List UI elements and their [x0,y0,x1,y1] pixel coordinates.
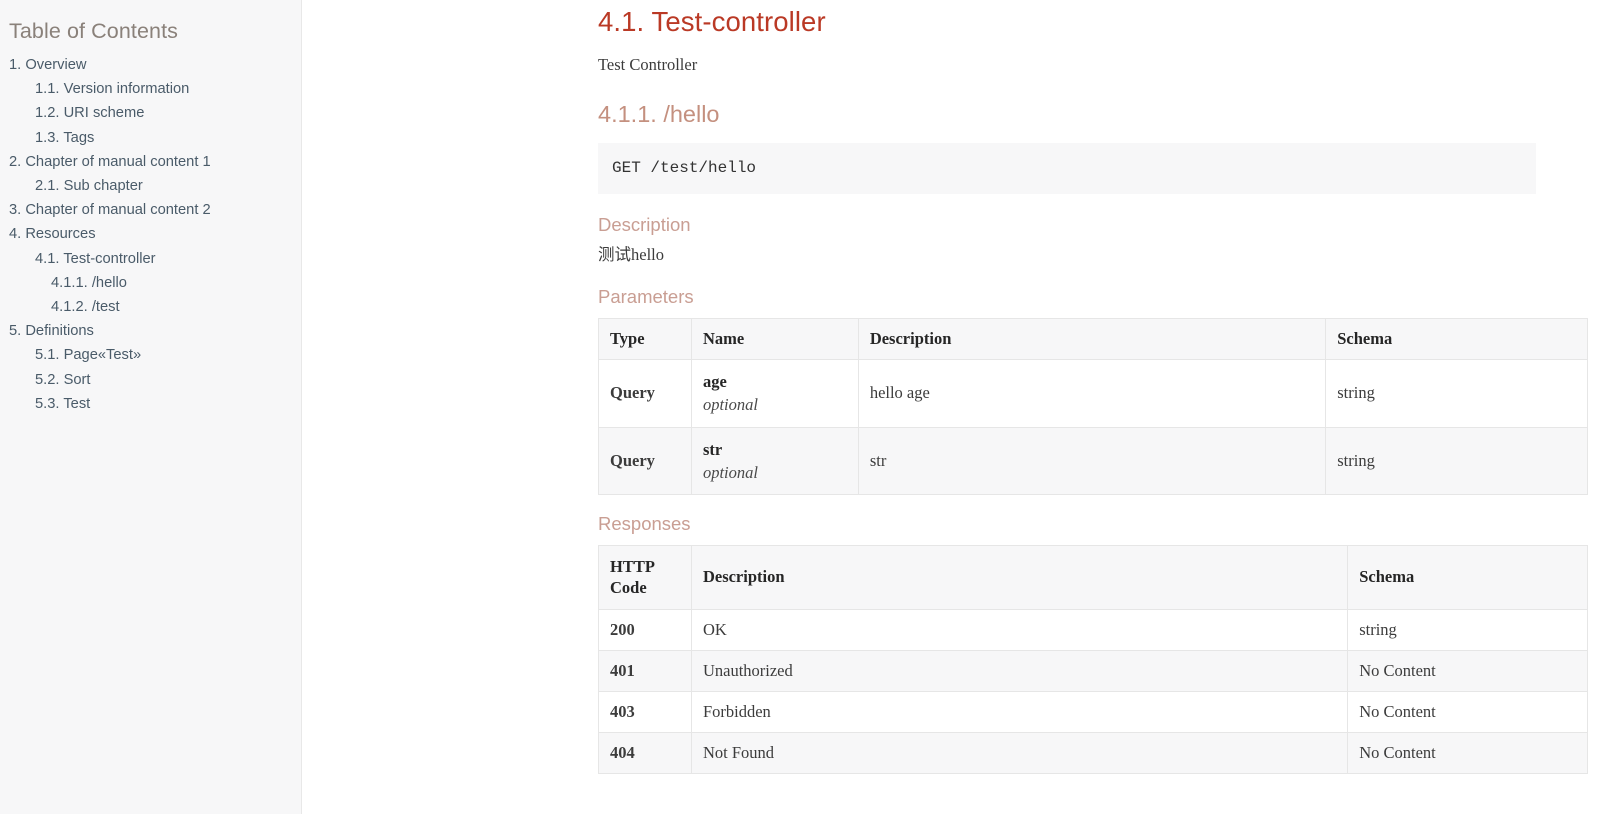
parameter-type: Query [598,358,692,428]
responses-header-schema: Schema [1347,544,1588,610]
parameter-name: age [702,371,727,391]
parameter-description: hello age [857,358,1327,428]
responses-heading: Responses [598,513,691,535]
parameter-name-cell: str optional [690,426,859,496]
parameter-type: Query [598,426,692,496]
parameters-header-description: Description [857,317,1327,360]
response-description: Not Found [690,731,1349,774]
operation-code-block: GET /test/hello [598,142,1536,194]
response-code: 403 [598,690,692,733]
toc-item-chapter-of-manual-content-1[interactable]: 2. Chapter of manual content 1 [0,150,301,174]
toc-item-test-controller[interactable]: 4.1. Test-controller [0,247,301,271]
table-row: Query age optional hello age string [598,358,1588,428]
response-description: Forbidden [690,690,1349,733]
description-text: 测试hello [598,245,664,265]
parameter-required: optional [702,395,758,415]
parameters-table: Type Name Description Schema Query age o… [598,317,1588,496]
toc-item-chapter-of-manual-content-2[interactable]: 3. Chapter of manual content 2 [0,198,301,222]
parameter-schema: string [1325,426,1588,496]
table-row: 401 Unauthorized No Content [598,649,1588,692]
response-schema: string [1347,608,1588,651]
table-header-row: HTTP Code Description Schema [598,544,1588,610]
main-content: 4.1. Test-controller Test Controller 4.1… [598,0,1588,774]
toc-item-sort[interactable]: 5.2. Sort [0,368,301,392]
parameters-header-schema: Schema [1325,317,1588,360]
parameter-description: str [857,426,1327,496]
parameter-name: str [702,439,723,459]
response-description: Unauthorized [690,649,1349,692]
table-of-contents-sidebar: Table of Contents 1. Overview 1.1. Versi… [0,0,302,814]
toc-item-tags[interactable]: 1.3. Tags [0,126,301,150]
toc-item-test[interactable]: 4.1.2. /test [0,295,301,319]
toc-list: 1. Overview 1.1. Version information 1.2… [0,53,301,416]
section-description: Test Controller [598,54,698,74]
parameter-schema: string [1325,358,1588,428]
table-header-row: Type Name Description Schema [598,317,1588,360]
response-schema: No Content [1347,690,1588,733]
toc-item-page-test[interactable]: 5.1. Page«Test» [0,343,301,367]
toc-item-sub-chapter[interactable]: 2.1. Sub chapter [0,174,301,198]
table-row: 404 Not Found No Content [598,731,1588,774]
toc-item-uri-scheme[interactable]: 1.2. URI scheme [0,101,301,125]
response-description: OK [690,608,1349,651]
toc-title: Table of Contents [9,19,179,43]
parameters-header-name: Name [690,317,859,360]
toc-item-version-information[interactable]: 1.1. Version information [0,77,301,101]
toc-item-definitions[interactable]: 5. Definitions [0,319,301,343]
table-row: 403 Forbidden No Content [598,690,1588,733]
response-schema: No Content [1347,649,1588,692]
responses-table: HTTP Code Description Schema 200 OK stri… [598,544,1588,774]
toc-item-resources[interactable]: 4. Resources [0,222,301,246]
description-heading: Description [598,213,691,235]
toc-item-test-definition[interactable]: 5.3. Test [0,392,301,416]
responses-header-description: Description [690,544,1349,610]
operation-code-text: GET /test/hello [612,158,757,177]
operation-title: 4.1.1. /hello [598,101,720,128]
response-schema: No Content [1347,731,1588,774]
table-row: 200 OK string [598,608,1588,651]
response-code: 401 [598,649,692,692]
parameter-name-cell: age optional [690,358,859,428]
parameters-header-type: Type [598,317,692,360]
section-title: 4.1. Test-controller [598,6,826,37]
parameter-required: optional [702,462,758,482]
response-code: 404 [598,731,692,774]
response-code: 200 [598,608,692,651]
toc-item-hello[interactable]: 4.1.1. /hello [0,271,301,295]
parameters-heading: Parameters [598,286,694,308]
responses-header-http-code: HTTP Code [598,544,692,610]
table-row: Query str optional str string [598,426,1588,496]
toc-item-overview[interactable]: 1. Overview [0,53,301,77]
